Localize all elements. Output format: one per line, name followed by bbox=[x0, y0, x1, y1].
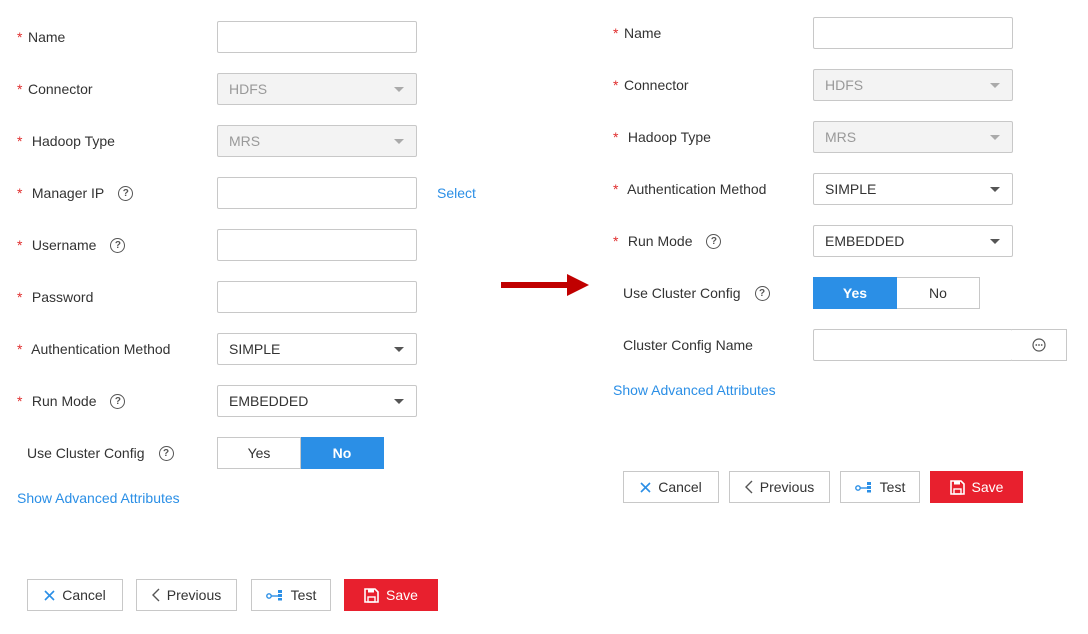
help-icon[interactable]: ? bbox=[110, 237, 126, 253]
close-icon bbox=[640, 481, 651, 493]
save-button[interactable]: Save bbox=[930, 471, 1023, 503]
cancel-button[interactable]: Cancel bbox=[623, 471, 719, 503]
connector-value: HDFS bbox=[229, 81, 268, 97]
connector-label: * Connector bbox=[17, 73, 93, 105]
required-mark: * bbox=[17, 289, 23, 305]
required-mark: * bbox=[17, 133, 23, 149]
name-label: * Name bbox=[613, 17, 661, 49]
required-mark: * bbox=[17, 237, 23, 253]
save-button[interactable]: Save bbox=[344, 579, 438, 611]
required-mark: * bbox=[613, 233, 619, 249]
show-advanced-attributes-link[interactable]: Show Advanced Attributes bbox=[613, 382, 776, 398]
required-mark: * bbox=[17, 185, 23, 201]
required-mark: * bbox=[17, 393, 23, 409]
arrow-right-icon bbox=[501, 274, 589, 296]
more-icon bbox=[1032, 338, 1046, 352]
username-input[interactable] bbox=[217, 229, 417, 261]
browse-button[interactable] bbox=[1012, 329, 1067, 361]
auth-method-value: SIMPLE bbox=[825, 181, 877, 197]
chevron-down-icon bbox=[394, 347, 404, 352]
hadoop-type-value: MRS bbox=[229, 133, 261, 149]
connector-value: HDFS bbox=[825, 77, 864, 93]
connector-select: HDFS bbox=[217, 73, 417, 105]
hadoop-type-value: MRS bbox=[825, 129, 857, 145]
chevron-down-icon bbox=[394, 87, 404, 92]
chevron-down-icon bbox=[394, 139, 404, 144]
run-mode-label: * Run Mode? bbox=[17, 385, 126, 417]
hadoop-type-label: * Hadoop Type bbox=[17, 125, 115, 157]
chevron-left-icon bbox=[744, 480, 753, 494]
password-input[interactable] bbox=[217, 281, 417, 313]
toggle-no[interactable]: No bbox=[301, 437, 384, 469]
show-advanced-attributes-link[interactable]: Show Advanced Attributes bbox=[17, 490, 180, 506]
help-icon[interactable]: ? bbox=[706, 233, 722, 249]
connector-label: * Connector bbox=[613, 69, 689, 101]
auth-method-label: * Authentication Method bbox=[613, 173, 766, 205]
required-mark: * bbox=[17, 29, 23, 45]
auth-method-label: * Authentication Method bbox=[17, 333, 170, 365]
connector-select: HDFS bbox=[813, 69, 1013, 101]
required-mark: * bbox=[613, 129, 619, 145]
name-label: * Name bbox=[17, 21, 65, 53]
required-mark: * bbox=[17, 341, 23, 357]
previous-button[interactable]: Previous bbox=[729, 471, 830, 503]
close-icon bbox=[44, 589, 55, 601]
manager-ip-label: * Manager IP? bbox=[17, 177, 134, 209]
previous-button[interactable]: Previous bbox=[136, 579, 237, 611]
toggle-yes[interactable]: Yes bbox=[813, 277, 897, 309]
name-input[interactable] bbox=[217, 21, 417, 53]
hadoop-type-select: MRS bbox=[813, 121, 1013, 153]
chevron-down-icon bbox=[990, 239, 1000, 244]
auth-method-select[interactable]: SIMPLE bbox=[217, 333, 417, 365]
name-input[interactable] bbox=[813, 17, 1013, 49]
use-cluster-config-toggle: Yes No bbox=[813, 277, 980, 309]
run-mode-select[interactable]: EMBEDDED bbox=[813, 225, 1013, 257]
required-mark: * bbox=[613, 25, 619, 41]
connection-test-icon bbox=[265, 590, 282, 601]
select-link[interactable]: Select bbox=[437, 185, 476, 201]
test-button[interactable]: Test bbox=[840, 471, 920, 503]
help-icon[interactable]: ? bbox=[158, 445, 174, 461]
chevron-down-icon bbox=[990, 135, 1000, 140]
required-mark: * bbox=[17, 81, 23, 97]
password-label: * Password bbox=[17, 281, 93, 313]
help-icon[interactable]: ? bbox=[118, 185, 134, 201]
help-icon[interactable]: ? bbox=[754, 285, 770, 301]
save-icon bbox=[949, 479, 965, 495]
toggle-no[interactable]: No bbox=[897, 277, 980, 309]
username-label: * Username? bbox=[17, 229, 126, 261]
save-icon bbox=[364, 587, 379, 603]
auth-method-value: SIMPLE bbox=[229, 341, 281, 357]
run-mode-value: EMBEDDED bbox=[229, 393, 309, 409]
required-mark: * bbox=[613, 181, 619, 197]
use-cluster-config-label: Use Cluster Config? bbox=[27, 437, 174, 469]
manager-ip-input[interactable] bbox=[217, 177, 417, 209]
hadoop-type-select: MRS bbox=[217, 125, 417, 157]
chevron-down-icon bbox=[990, 187, 1000, 192]
required-mark: * bbox=[613, 77, 619, 93]
help-icon[interactable]: ? bbox=[110, 393, 126, 409]
cluster-config-name-input[interactable] bbox=[813, 329, 1013, 361]
run-mode-label: * Run Mode? bbox=[613, 225, 722, 257]
use-cluster-config-label: Use Cluster Config? bbox=[623, 277, 770, 309]
test-button[interactable]: Test bbox=[251, 579, 331, 611]
hadoop-type-label: * Hadoop Type bbox=[613, 121, 711, 153]
cluster-config-name-label: Cluster Config Name bbox=[623, 337, 753, 353]
connection-test-icon bbox=[854, 482, 871, 493]
toggle-yes[interactable]: Yes bbox=[217, 437, 301, 469]
auth-method-select[interactable]: SIMPLE bbox=[813, 173, 1013, 205]
run-mode-select[interactable]: EMBEDDED bbox=[217, 385, 417, 417]
chevron-left-icon bbox=[151, 588, 160, 602]
cancel-button[interactable]: Cancel bbox=[27, 579, 123, 611]
chevron-down-icon bbox=[394, 399, 404, 404]
run-mode-value: EMBEDDED bbox=[825, 233, 905, 249]
chevron-down-icon bbox=[990, 83, 1000, 88]
use-cluster-config-toggle: Yes No bbox=[217, 437, 384, 469]
